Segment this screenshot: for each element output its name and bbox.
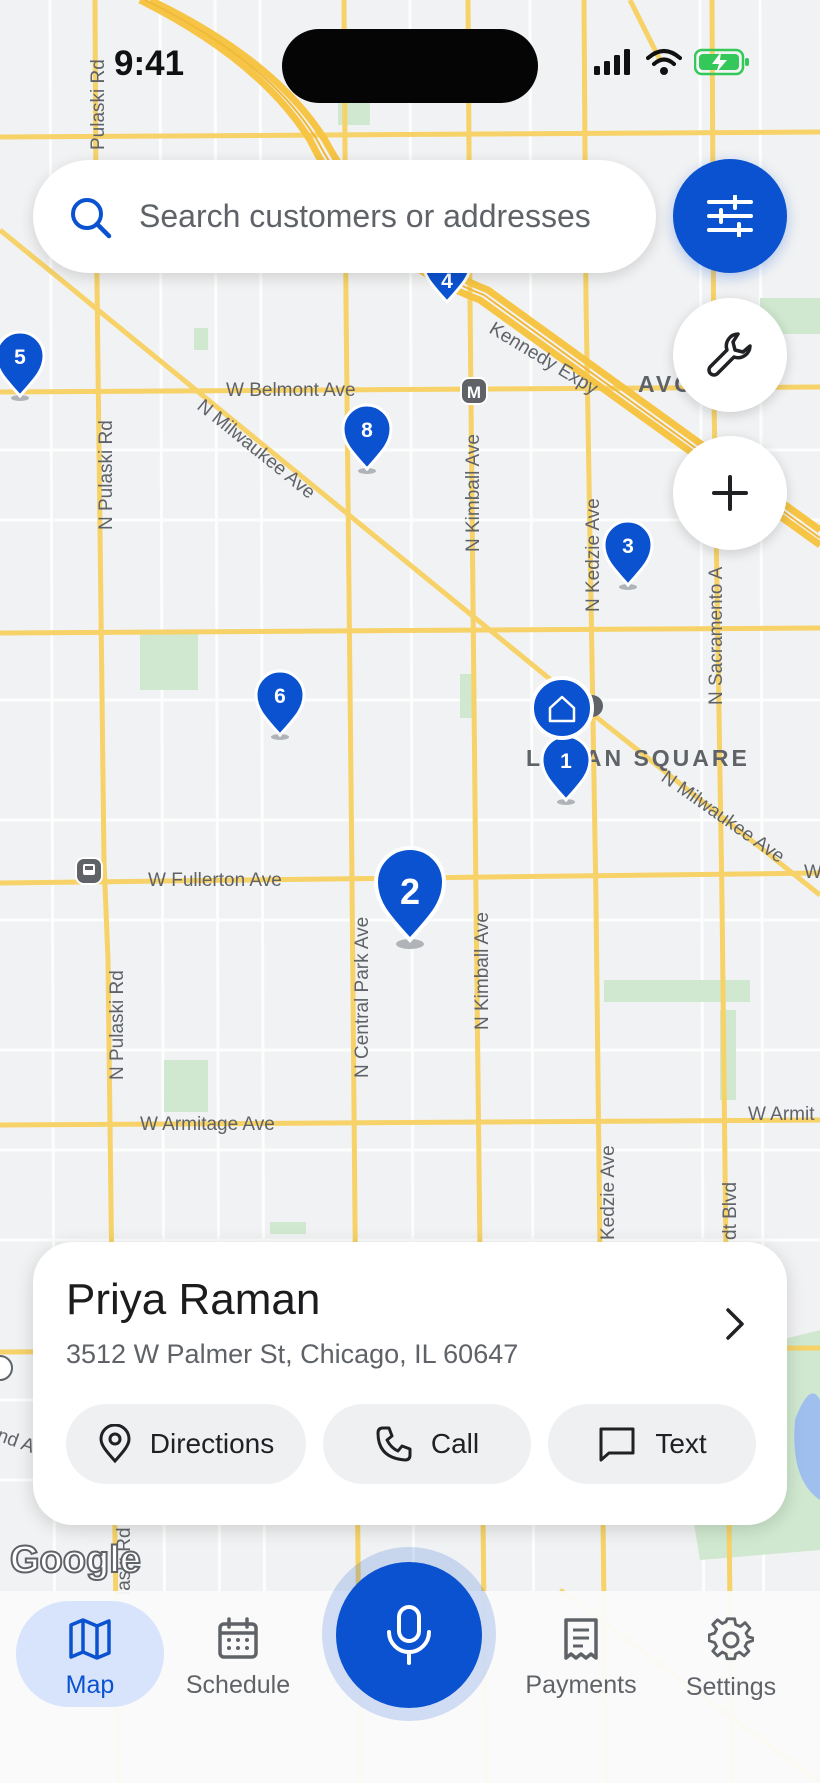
customer-address: 3512 W Palmer St, Chicago, IL 60647 [66, 1339, 519, 1369]
wifi-icon [646, 49, 682, 75]
search-icon [71, 197, 112, 238]
street-label: N Central Park Ave [352, 917, 373, 1078]
chevron-right-icon[interactable] [719, 1304, 749, 1344]
tab-payments[interactable]: Payments [520, 1617, 642, 1700]
tools-button[interactable] [673, 298, 787, 412]
tab-settings[interactable]: Settings [670, 1617, 792, 1702]
street-label: N Pulaski Rd [96, 420, 117, 530]
dynamic-island [282, 29, 538, 103]
voice-button[interactable] [336, 1562, 482, 1708]
search-input[interactable]: Search customers or addresses [139, 198, 591, 235]
receipt-icon [564, 1618, 598, 1660]
text-label: Text [655, 1428, 707, 1459]
map-icon [69, 1618, 111, 1660]
status-icons [594, 48, 750, 76]
phone-icon [376, 1426, 412, 1462]
microphone-icon [387, 1605, 431, 1665]
gear-icon [708, 1617, 754, 1661]
google-attribution: Google [10, 1539, 141, 1581]
svg-text:2: 2 [400, 871, 420, 912]
directions-label: Directions [149, 1428, 275, 1459]
street-label: W Armit [748, 1104, 815, 1125]
sliders-icon [707, 195, 753, 237]
svg-text:4: 4 [441, 270, 453, 293]
svg-text:5: 5 [14, 346, 26, 369]
tab-map-label: Map [65, 1671, 115, 1699]
calendar-icon [218, 1617, 258, 1659]
street-label: W [804, 862, 820, 883]
street-label: W Armitage Ave [140, 1114, 275, 1135]
svg-text:1: 1 [560, 750, 572, 773]
street-label: W Fullerton Ave [148, 870, 282, 891]
add-button[interactable] [673, 436, 787, 550]
street-label: N Kimball Ave [463, 434, 484, 552]
train-icon [75, 857, 103, 885]
street-label: N Sacramento A [706, 566, 727, 705]
call-label: Call [430, 1428, 480, 1459]
svg-text:M: M [467, 383, 481, 402]
metro-badge: M [460, 377, 488, 405]
street-label: N Kedzie Ave [583, 498, 604, 612]
svg-text:3: 3 [622, 535, 634, 558]
street-label: N Kimball Ave [472, 912, 493, 1030]
directions-button[interactable]: Directions [66, 1404, 306, 1484]
plus-icon [712, 475, 748, 511]
tab-payments-label: Payments [525, 1671, 637, 1699]
tab-settings-label: Settings [685, 1673, 777, 1701]
svg-text:6: 6 [274, 685, 286, 708]
street-label: dt Blvd [720, 1182, 741, 1240]
street-label: W Belmont Ave [226, 380, 356, 401]
tab-schedule-label: Schedule [185, 1671, 291, 1699]
location-pin-icon [99, 1424, 131, 1464]
wrench-icon [707, 332, 752, 377]
customer-name: Priya Raman [66, 1275, 321, 1324]
svg-text:8: 8 [361, 419, 373, 442]
message-icon [599, 1427, 635, 1462]
card-actions: Directions Call Text [66, 1404, 756, 1484]
tab-schedule[interactable]: Schedule [178, 1617, 298, 1700]
status-time: 9:41 [114, 44, 185, 83]
street-label: Kedzie Ave [598, 1145, 619, 1240]
call-button[interactable]: Call [323, 1404, 531, 1484]
customer-card[interactable]: Priya Raman 3512 W Palmer St, Chicago, I… [33, 1242, 787, 1525]
street-label: N Pulaski Rd [107, 970, 128, 1080]
tab-map[interactable]: Map [30, 1617, 150, 1700]
text-button[interactable]: Text [548, 1404, 756, 1484]
status-bar: 9:41 [0, 0, 820, 130]
filter-button[interactable] [673, 159, 787, 273]
battery-charging-icon [694, 48, 749, 76]
search-bar[interactable]: Search customers or addresses [33, 160, 656, 273]
cellular-signal-icon [594, 49, 630, 75]
